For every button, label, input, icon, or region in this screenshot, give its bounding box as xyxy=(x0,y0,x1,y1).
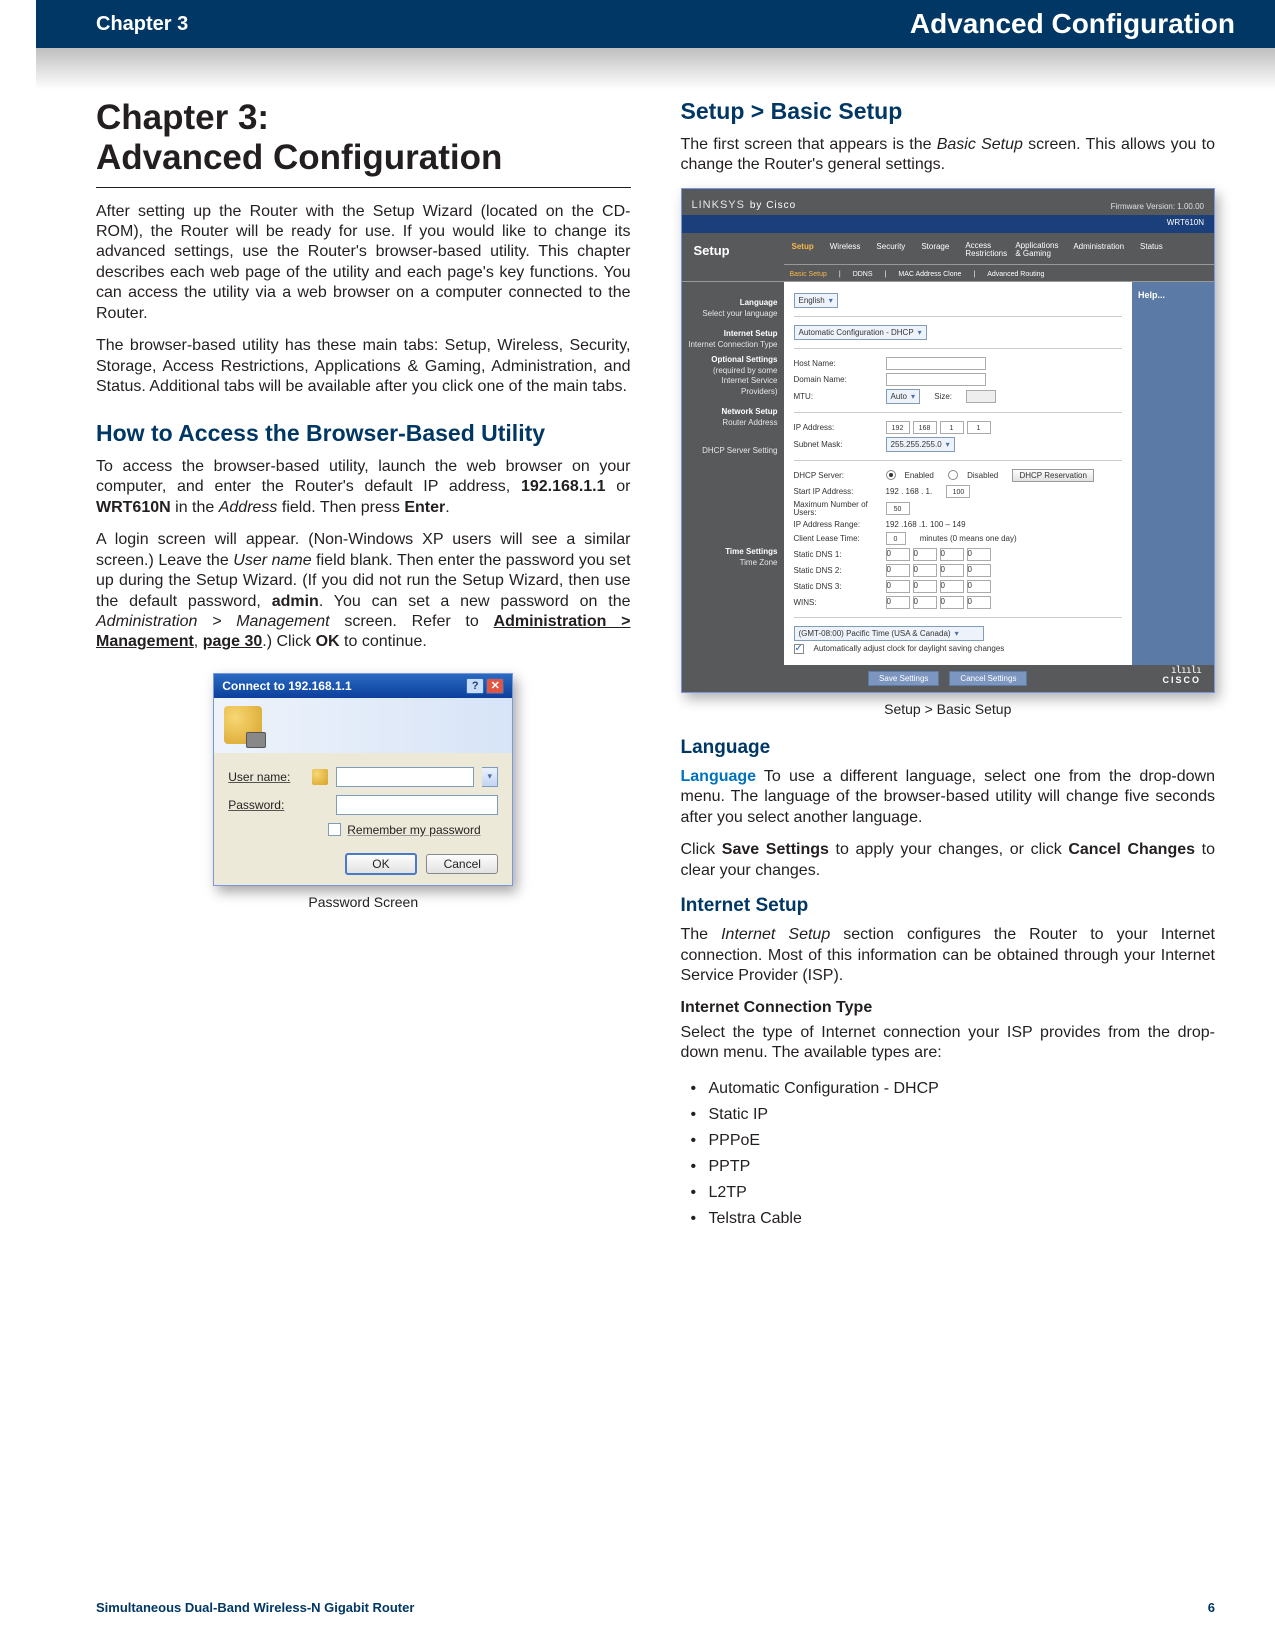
chapter-title: Chapter 3: Advanced Configuration xyxy=(96,98,631,188)
close-icon[interactable]: ✕ xyxy=(486,678,504,694)
tab-admin[interactable]: Administration xyxy=(1065,236,1132,264)
list-item: PPPoE xyxy=(709,1128,1216,1154)
remember-label: Remember my password xyxy=(347,823,480,837)
list-item: Telstra Cable xyxy=(709,1206,1216,1232)
wins-input[interactable]: 0000 xyxy=(886,596,991,609)
dns2-input[interactable]: 0000 xyxy=(886,564,991,577)
remember-checkbox[interactable] xyxy=(328,823,341,836)
linksys-logo: LINKSYS xyxy=(692,195,750,211)
dialog-title: Connect to 192.168.1.1 xyxy=(222,679,351,693)
mask-select[interactable]: 255.255.255.0 xyxy=(886,437,955,452)
ict-heading: Internet Connection Type xyxy=(681,999,1216,1017)
ict-p: Select the type of Internet connection y… xyxy=(681,1023,1216,1064)
dns1-input[interactable]: 0000 xyxy=(886,548,991,561)
tab-apps[interactable]: Applications & Gaming xyxy=(1007,236,1065,264)
side-labels: Language Select your language Internet S… xyxy=(682,282,784,665)
tab-access[interactable]: Access Restrictions xyxy=(957,236,1007,264)
save-p: Click Save Settings to apply your change… xyxy=(681,840,1216,881)
language-p: Language To use a different language, se… xyxy=(681,767,1216,828)
list-item: PPTP xyxy=(709,1154,1216,1180)
page-number: 6 xyxy=(1208,1600,1215,1615)
hostname-input[interactable] xyxy=(886,357,986,370)
dialog-titlebar: Connect to 192.168.1.1 ? ✕ xyxy=(214,674,512,698)
password-caption: Password Screen xyxy=(96,894,631,910)
dhcp-enabled-radio[interactable] xyxy=(886,470,896,480)
right-column: Setup > Basic Setup The first screen tha… xyxy=(681,98,1216,1232)
ict-list: Automatic Configuration - DHCP Static IP… xyxy=(681,1076,1216,1232)
router-screenshot: LINKSYS by Cisco Firmware Version: 1.00.… xyxy=(681,188,1216,693)
password-label: Password: xyxy=(228,798,304,812)
firmware-label: Firmware Version: 1.00.00 xyxy=(1111,202,1204,211)
tab-storage[interactable]: Storage xyxy=(913,236,957,264)
subtab-basic[interactable]: Basic Setup xyxy=(790,271,827,278)
left-column: Chapter 3: Advanced Configuration After … xyxy=(96,98,631,1232)
setup-label: Setup xyxy=(682,233,784,268)
username-dropdown-icon[interactable]: ▾ xyxy=(482,767,498,787)
intro-p2: The browser-based utility has these main… xyxy=(96,336,631,397)
section-title: Advanced Configuration xyxy=(910,8,1235,40)
list-item: Static IP xyxy=(709,1102,1216,1128)
cisco-logo: ılıılı CISCO xyxy=(1162,667,1201,685)
internet-setup-p: The Internet Setup section configures th… xyxy=(681,925,1216,986)
lease-input[interactable]: 0 xyxy=(886,532,906,545)
mtu-size-input[interactable] xyxy=(966,390,996,403)
password-input[interactable] xyxy=(336,795,498,815)
setup-caption: Setup > Basic Setup xyxy=(681,701,1216,717)
help-icon[interactable]: ? xyxy=(466,678,484,694)
model-bar: WRT610N xyxy=(682,215,1215,233)
username-input[interactable] xyxy=(336,767,474,787)
subtab-ddns[interactable]: DDNS xyxy=(853,271,873,278)
mtu-select[interactable]: Auto xyxy=(886,389,920,404)
username-label: User name: xyxy=(228,770,304,784)
tab-security[interactable]: Security xyxy=(868,236,913,264)
dst-checkbox[interactable] xyxy=(794,644,804,654)
tab-status[interactable]: Status xyxy=(1132,236,1171,264)
help-panel: Help... xyxy=(1132,282,1214,665)
form-area: English Automatic Configuration - DHCP H… xyxy=(784,282,1133,665)
help-link[interactable]: Help... xyxy=(1138,290,1165,300)
tab-wireless[interactable]: Wireless xyxy=(822,236,869,264)
dhcp-disabled-radio[interactable] xyxy=(948,470,958,480)
page-header: Chapter 3 Advanced Configuration xyxy=(36,0,1275,48)
tab-setup[interactable]: Setup xyxy=(784,236,822,264)
access-p1: To access the browser-based utility, lau… xyxy=(96,457,631,518)
sub-tabs: Basic Setup | DDNS | MAC Address Clone |… xyxy=(682,268,1215,282)
dialog-banner xyxy=(214,698,512,753)
dns3-input[interactable]: 0000 xyxy=(886,580,991,593)
ok-button[interactable]: OK xyxy=(345,853,417,875)
ict-select[interactable]: Automatic Configuration - DHCP xyxy=(794,325,927,340)
dhcp-reservation-button[interactable]: DHCP Reservation xyxy=(1012,469,1093,482)
timezone-select[interactable]: (GMT-08:00) Pacific Time (USA & Canada) xyxy=(794,626,984,641)
how-to-access-heading: How to Access the Browser-Based Utility xyxy=(96,420,631,447)
intro-p1: After setting up the Router with the Set… xyxy=(96,202,631,325)
subtab-routing[interactable]: Advanced Routing xyxy=(987,271,1044,278)
start-ip-input[interactable]: 100 xyxy=(946,485,970,498)
list-item: L2TP xyxy=(709,1180,1216,1206)
setup-heading: Setup > Basic Setup xyxy=(681,98,1216,125)
user-icon xyxy=(312,769,328,785)
save-settings-button[interactable]: Save Settings xyxy=(868,671,939,686)
list-item: Automatic Configuration - DHCP xyxy=(709,1076,1216,1102)
subtab-mac[interactable]: MAC Address Clone xyxy=(898,271,961,278)
product-name: Simultaneous Dual-Band Wireless-N Gigabi… xyxy=(96,1600,414,1615)
language-select[interactable]: English xyxy=(794,293,838,308)
ip-input[interactable]: 192 168 1 1 xyxy=(886,421,991,434)
access-p2: A login screen will appear. (Non-Windows… xyxy=(96,530,631,653)
keys-icon xyxy=(224,706,262,744)
setup-intro: The first screen that appears is the Bas… xyxy=(681,135,1216,176)
main-tabs: Setup Wireless Security Storage Access R… xyxy=(784,236,1215,265)
language-heading: Language xyxy=(681,737,1216,759)
internet-setup-heading: Internet Setup xyxy=(681,895,1216,917)
domain-input[interactable] xyxy=(886,373,986,386)
page-footer: Simultaneous Dual-Band Wireless-N Gigabi… xyxy=(96,1600,1215,1615)
chapter-label: Chapter 3 xyxy=(96,13,188,36)
max-users-input[interactable]: 50 xyxy=(886,502,910,515)
cancel-button[interactable]: Cancel xyxy=(426,854,498,874)
password-dialog: Connect to 192.168.1.1 ? ✕ User name: xyxy=(213,673,513,886)
cancel-settings-button[interactable]: Cancel Settings xyxy=(949,671,1027,686)
